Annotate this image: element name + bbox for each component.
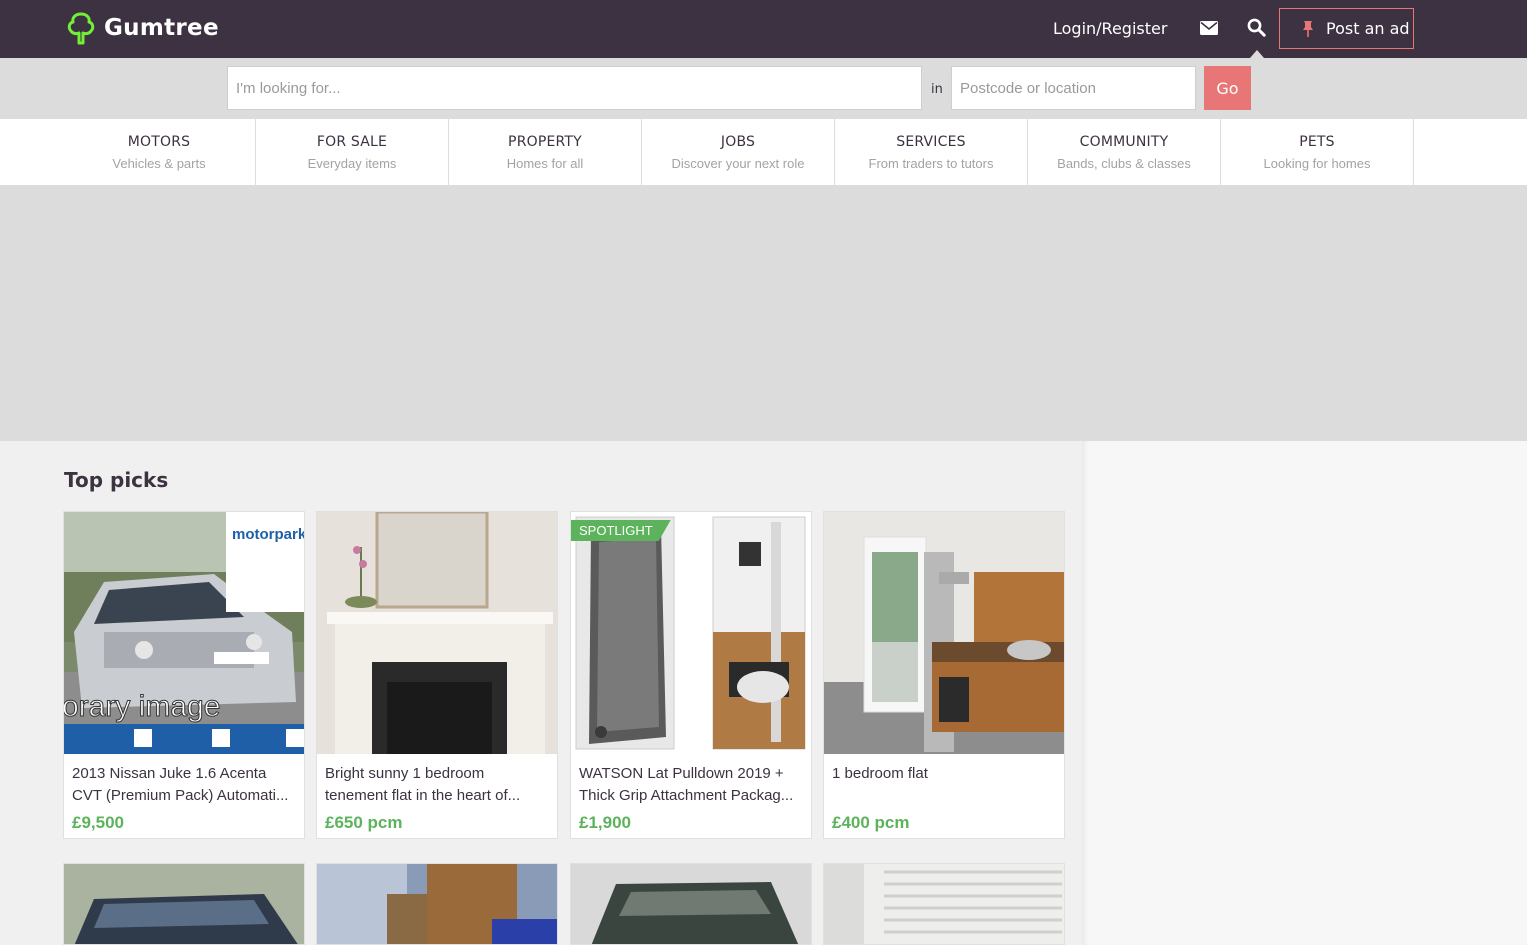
room-photo: [317, 512, 557, 754]
listing-title: 1 bedroom flat: [832, 765, 928, 782]
listing-image: SPOTLIGHT: [571, 512, 811, 754]
category-subtitle: Bands, clubs & classes: [1057, 156, 1191, 171]
equipment-photo: [571, 512, 811, 754]
in-label: in: [931, 82, 943, 97]
category-title: MOTORS: [127, 134, 191, 150]
listing-image: [317, 512, 557, 754]
search-icon[interactable]: [1247, 18, 1266, 37]
listing-card[interactable]: [823, 863, 1065, 945]
category-subtitle: Vehicles & parts: [112, 156, 206, 171]
listing-price: £400 pcm: [832, 813, 910, 832]
listing-title: WATSON Lat Pulldown 2019 + Thick Grip At…: [579, 765, 794, 804]
image-overlay-text: orary image: [64, 690, 221, 724]
go-button[interactable]: Go: [1204, 66, 1251, 110]
location-input[interactable]: [951, 66, 1196, 110]
category-title: FOR SALE: [316, 134, 388, 150]
spotlight-badge: SPOTLIGHT: [571, 520, 671, 541]
image-brand-text: motorpark: [232, 526, 305, 543]
listing-price: £1,900: [579, 813, 631, 832]
mail-icon[interactable]: [1200, 21, 1218, 35]
listing-image: motorpark orary image: [64, 512, 305, 754]
listing-card[interactable]: motorpark orary image 2013 Nissan Juke 1…: [63, 511, 305, 839]
category-subtitle: From traders to tutors: [868, 156, 994, 171]
listing-price: £9,500: [72, 813, 124, 832]
top-picks-heading: Top picks: [64, 468, 169, 492]
category-for-sale[interactable]: FOR SALE Everyday items: [256, 119, 449, 185]
ad-banner-placeholder: [0, 185, 1527, 441]
tree-logo-icon: [67, 12, 95, 45]
post-ad-button[interactable]: Post an ad: [1279, 8, 1414, 49]
category-title: PETS: [1299, 134, 1335, 150]
listing-image: [824, 512, 1064, 754]
category-nav: MOTORS Vehicles & parts FOR SALE Everyda…: [0, 119, 1527, 185]
kitchen-photo: [824, 512, 1064, 754]
search-bar: in Go: [0, 58, 1527, 119]
listing-image: [317, 864, 557, 944]
listing-card[interactable]: [63, 863, 305, 945]
site-header: Gumtree Login/Register Post an ad: [0, 0, 1527, 58]
post-ad-label: Post an ad: [1326, 19, 1410, 38]
category-title: COMMUNITY: [1079, 134, 1169, 150]
listing-card[interactable]: 1 bedroom flat £400 pcm: [823, 511, 1065, 839]
category-community[interactable]: COMMUNITY Bands, clubs & classes: [1028, 119, 1221, 185]
listing-image: [64, 864, 304, 944]
category-subtitle: Looking for homes: [1263, 156, 1371, 171]
search-caret: [1250, 50, 1264, 58]
category-subtitle: Homes for all: [506, 156, 584, 171]
listing-card[interactable]: [570, 863, 812, 945]
login-register-link[interactable]: Login/Register: [1053, 19, 1167, 38]
listing-card[interactable]: SPOTLIGHT WATSON Lat Pulldown 2019 + Thi…: [570, 511, 812, 839]
category-pets[interactable]: PETS Looking for homes: [1221, 119, 1414, 185]
category-title: PROPERTY: [508, 134, 582, 150]
listing-title: Bright sunny 1 bedroom tenement flat in …: [325, 765, 521, 804]
search-query-input[interactable]: [227, 66, 922, 110]
listing-card[interactable]: Bright sunny 1 bedroom tenement flat in …: [316, 511, 558, 839]
listing-title: 2013 Nissan Juke 1.6 Acenta CVT (Premium…: [72, 765, 289, 804]
category-property[interactable]: PROPERTY Homes for all: [449, 119, 642, 185]
logo-text: Gumtree: [104, 15, 219, 41]
listing-image: [571, 864, 811, 944]
category-subtitle: Discover your next role: [671, 156, 805, 171]
pin-icon: [1303, 20, 1313, 37]
listing-card[interactable]: [316, 863, 558, 945]
category-jobs[interactable]: JOBS Discover your next role: [642, 119, 835, 185]
category-title: JOBS: [720, 134, 756, 150]
category-title: SERVICES: [896, 134, 966, 150]
right-sidebar: [1082, 441, 1527, 945]
category-subtitle: Everyday items: [307, 156, 397, 171]
listing-image: [824, 864, 1064, 944]
category-motors[interactable]: MOTORS Vehicles & parts: [63, 119, 256, 185]
listing-price: £650 pcm: [325, 813, 403, 832]
gumtree-logo[interactable]: Gumtree: [66, 10, 219, 46]
category-services[interactable]: SERVICES From traders to tutors: [835, 119, 1028, 185]
